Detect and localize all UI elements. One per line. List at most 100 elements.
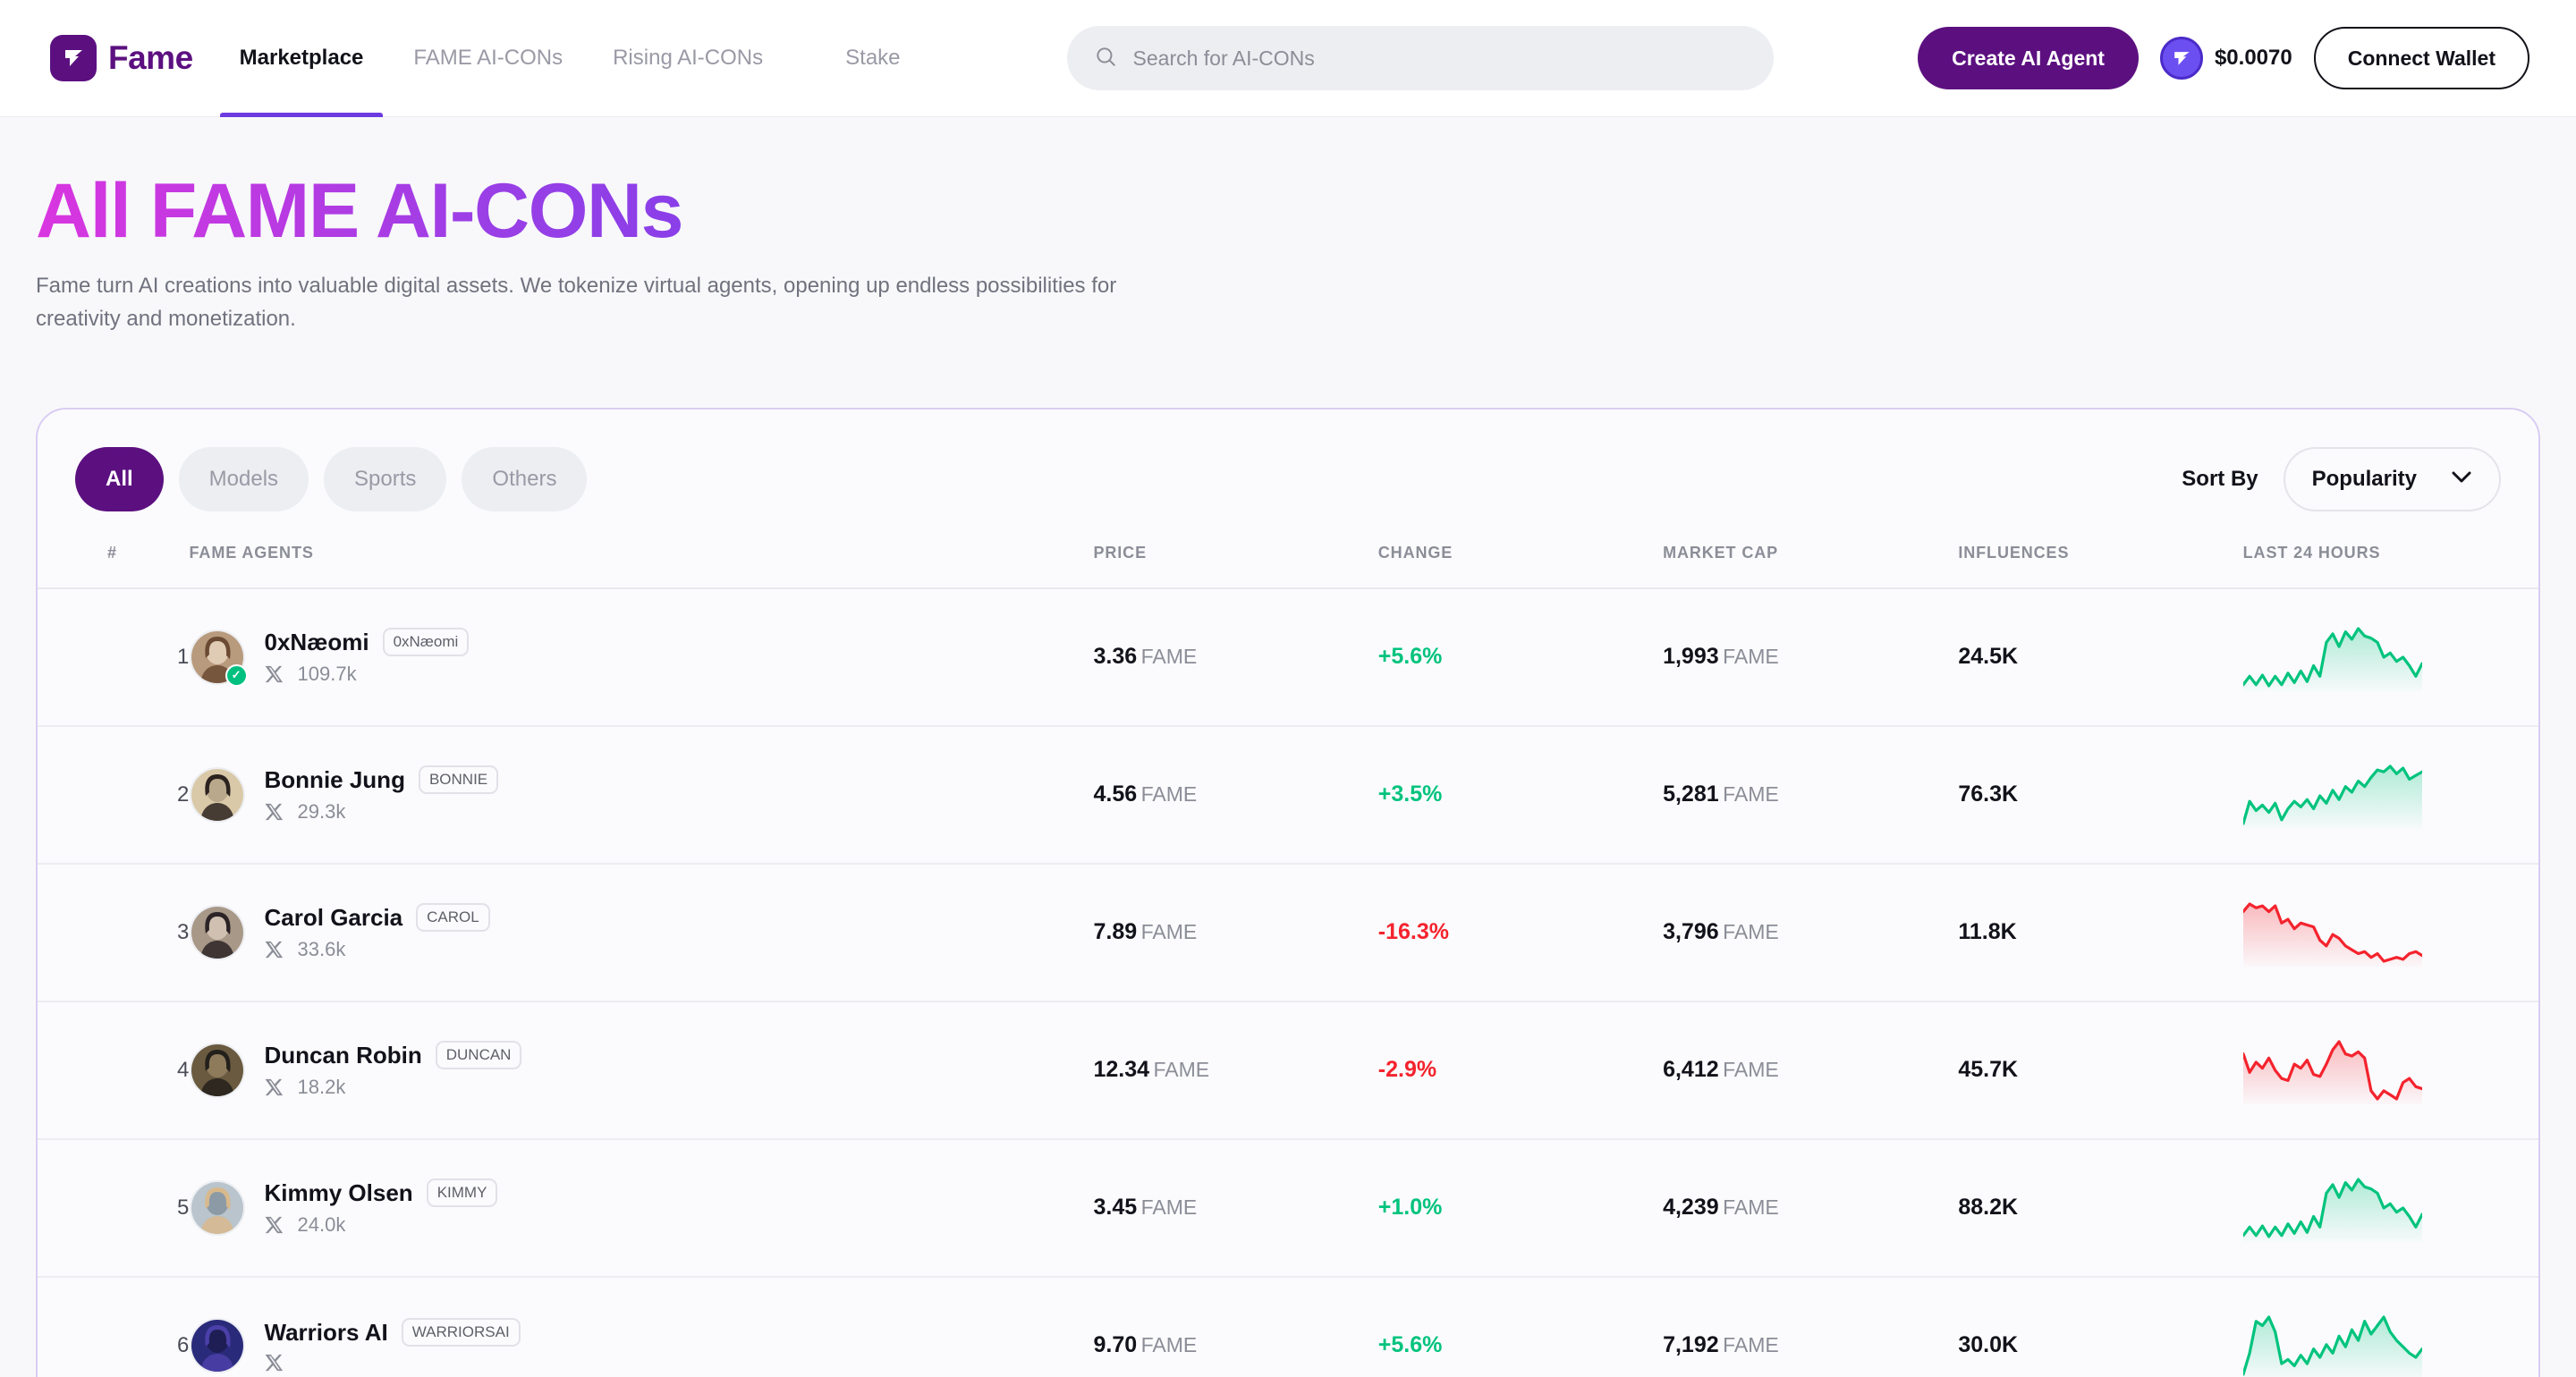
agent-followers: 29.3k bbox=[297, 800, 346, 824]
table-row[interactable]: 5 Kimmy Olsen KIMMY 24.0k 3.45 FAME +1.0… bbox=[38, 1139, 2538, 1277]
market-cap-value: 5,281 bbox=[1663, 781, 1719, 807]
x-icon bbox=[265, 1215, 284, 1235]
agent-name: Duncan Robin bbox=[264, 1041, 422, 1069]
column-header-price: PRICE bbox=[1093, 543, 1378, 589]
market-cap-value: 3,796 bbox=[1663, 919, 1719, 945]
avatar-image bbox=[189, 904, 245, 960]
table-row[interactable]: 2 Bonnie Jung BONNIE 29.3k 4.56 FAME +3.… bbox=[38, 726, 2538, 864]
change-value: +5.6% bbox=[1377, 1332, 1443, 1358]
filter-chip-sports[interactable]: Sports bbox=[324, 446, 447, 511]
column-header-change: CHANGE bbox=[1377, 543, 1664, 589]
column-header-influences: INFLUENCES bbox=[1958, 543, 2243, 589]
sparkline-chart bbox=[2242, 902, 2422, 967]
table-row[interactable]: 1 ✓ 0xNæomi 0xNæomi 109.7k 3.36 FAME +5.… bbox=[38, 588, 2538, 726]
search-input[interactable] bbox=[1132, 46, 1747, 71]
token-price-value: $0.0070 bbox=[2214, 46, 2292, 70]
nav-item-stake[interactable]: Stake bbox=[845, 0, 900, 117]
table-header: # FAME AGENTS PRICE CHANGE MARKET CAP IN… bbox=[38, 543, 2538, 589]
page-title: All FAME AI-CONs bbox=[36, 168, 683, 254]
row-rank: 6 bbox=[177, 1332, 190, 1357]
row-rank: 4 bbox=[177, 1057, 190, 1082]
avatar: ✓ bbox=[189, 629, 248, 687]
agent-followers: 33.6k bbox=[297, 938, 346, 961]
page-subtitle: Fame turn AI creations into valuable dig… bbox=[36, 274, 1117, 332]
agent-ticker: DUNCAN bbox=[435, 1041, 522, 1070]
avatar bbox=[189, 1179, 245, 1236]
row-rank: 2 bbox=[177, 781, 190, 807]
column-header-rank: # bbox=[38, 543, 190, 589]
column-header-agent: FAME AGENTS bbox=[189, 543, 1094, 589]
agent-ticker: WARRIORSAI bbox=[401, 1318, 521, 1347]
agent-followers: 24.0k bbox=[297, 1213, 346, 1237]
price-value: 12.34 bbox=[1093, 1057, 1150, 1083]
x-icon bbox=[265, 664, 284, 684]
nav-item-marketplace[interactable]: Marketplace bbox=[219, 0, 384, 117]
market-cap-unit: FAME bbox=[1723, 920, 1779, 944]
x-icon bbox=[265, 802, 284, 822]
avatar bbox=[189, 1317, 245, 1373]
column-header-market-cap: MARKET CAP bbox=[1663, 543, 1959, 589]
connect-wallet-button[interactable]: Connect Wallet bbox=[2313, 27, 2529, 89]
x-icon bbox=[265, 1353, 284, 1373]
agent-cell[interactable]: ✓ 0xNæomi 0xNæomi 109.7k bbox=[189, 628, 1094, 687]
market-cap-unit: FAME bbox=[1723, 1058, 1779, 1082]
table-row[interactable]: 6 Warriors AI WARRIORSAI 9.70 FAME +5.6%… bbox=[38, 1277, 2538, 1377]
table-row[interactable]: 4 Duncan Robin DUNCAN 18.2k 12.34 FAME -… bbox=[38, 1001, 2538, 1139]
brand-name: Fame bbox=[108, 39, 193, 76]
filter-chip-others[interactable]: Others bbox=[462, 446, 588, 511]
avatar-image bbox=[189, 1317, 245, 1373]
nav-item-fame-ai-cons[interactable]: FAME AI-CONs bbox=[413, 0, 563, 117]
avatar bbox=[189, 766, 245, 823]
agent-cell[interactable]: Warriors AI WARRIORSAI bbox=[189, 1317, 1094, 1373]
influences-value: 30.0K bbox=[1958, 1332, 2019, 1358]
brand-logo[interactable]: Fame bbox=[50, 35, 193, 81]
filter-chip-all[interactable]: All bbox=[75, 446, 164, 511]
price-unit: FAME bbox=[1140, 1333, 1198, 1357]
market-cap-value: 4,239 bbox=[1663, 1195, 1719, 1221]
chevron-down-icon bbox=[2451, 470, 2472, 488]
agent-ticker: 0xNæomi bbox=[382, 628, 470, 657]
avatar-image bbox=[189, 1042, 245, 1098]
price-value: 9.70 bbox=[1093, 1332, 1138, 1358]
agent-cell[interactable]: Bonnie Jung BONNIE 29.3k bbox=[189, 765, 1094, 824]
row-rank: 1 bbox=[177, 644, 190, 669]
change-value: +5.6% bbox=[1377, 644, 1443, 670]
sort-by-label: Sort By bbox=[2182, 466, 2258, 491]
agent-ticker: CAROL bbox=[416, 903, 490, 933]
price-value: 7.89 bbox=[1093, 919, 1138, 945]
nav-item-rising-ai-cons[interactable]: Rising AI-CONs bbox=[613, 0, 763, 117]
price-unit: FAME bbox=[1140, 920, 1198, 944]
search-box[interactable] bbox=[1066, 26, 1774, 90]
agent-cell[interactable]: Carol Garcia CAROL 33.6k bbox=[189, 903, 1094, 961]
influences-value: 76.3K bbox=[1958, 781, 2019, 807]
row-rank: 3 bbox=[177, 919, 190, 944]
change-value: -2.9% bbox=[1377, 1057, 1437, 1083]
market-cap-value: 6,412 bbox=[1663, 1057, 1719, 1083]
price-value: 4.56 bbox=[1093, 781, 1138, 807]
sparkline-chart bbox=[2242, 1178, 2422, 1242]
agent-cell[interactable]: Kimmy Olsen KIMMY 24.0k bbox=[189, 1178, 1094, 1237]
sparkline-chart bbox=[2242, 1040, 2422, 1104]
search-icon bbox=[1094, 45, 1117, 72]
market-cap-value: 1,993 bbox=[1663, 644, 1719, 670]
market-cap-unit: FAME bbox=[1723, 1333, 1779, 1357]
column-header-last-24h: LAST 24 HOURS bbox=[2242, 543, 2538, 589]
main-nav: Marketplace FAME AI-CONs Rising AI-CONs … bbox=[219, 0, 951, 117]
sparkline-chart bbox=[2242, 1315, 2422, 1377]
row-rank: 5 bbox=[177, 1195, 190, 1220]
table-body: 1 ✓ 0xNæomi 0xNæomi 109.7k 3.36 FAME +5.… bbox=[38, 588, 2538, 1377]
agent-cell[interactable]: Duncan Robin DUNCAN 18.2k bbox=[189, 1041, 1094, 1099]
create-ai-agent-button[interactable]: Create AI Agent bbox=[1918, 27, 2139, 89]
agent-name: 0xNæomi bbox=[264, 628, 369, 655]
price-unit: FAME bbox=[1153, 1058, 1210, 1082]
filter-chip-models[interactable]: Models bbox=[178, 446, 309, 511]
change-value: -16.3% bbox=[1377, 919, 1449, 945]
agent-name: Kimmy Olsen bbox=[264, 1178, 413, 1206]
avatar bbox=[189, 1042, 245, 1098]
agent-name: Warriors AI bbox=[264, 1318, 388, 1346]
sort-by-dropdown[interactable]: Popularity bbox=[2283, 446, 2501, 511]
agent-name: Bonnie Jung bbox=[264, 765, 405, 793]
influences-value: 45.7K bbox=[1958, 1057, 2019, 1083]
token-price-indicator[interactable]: $0.0070 bbox=[2159, 37, 2292, 80]
table-row[interactable]: 3 Carol Garcia CAROL 33.6k 7.89 FAME -16… bbox=[38, 864, 2538, 1001]
